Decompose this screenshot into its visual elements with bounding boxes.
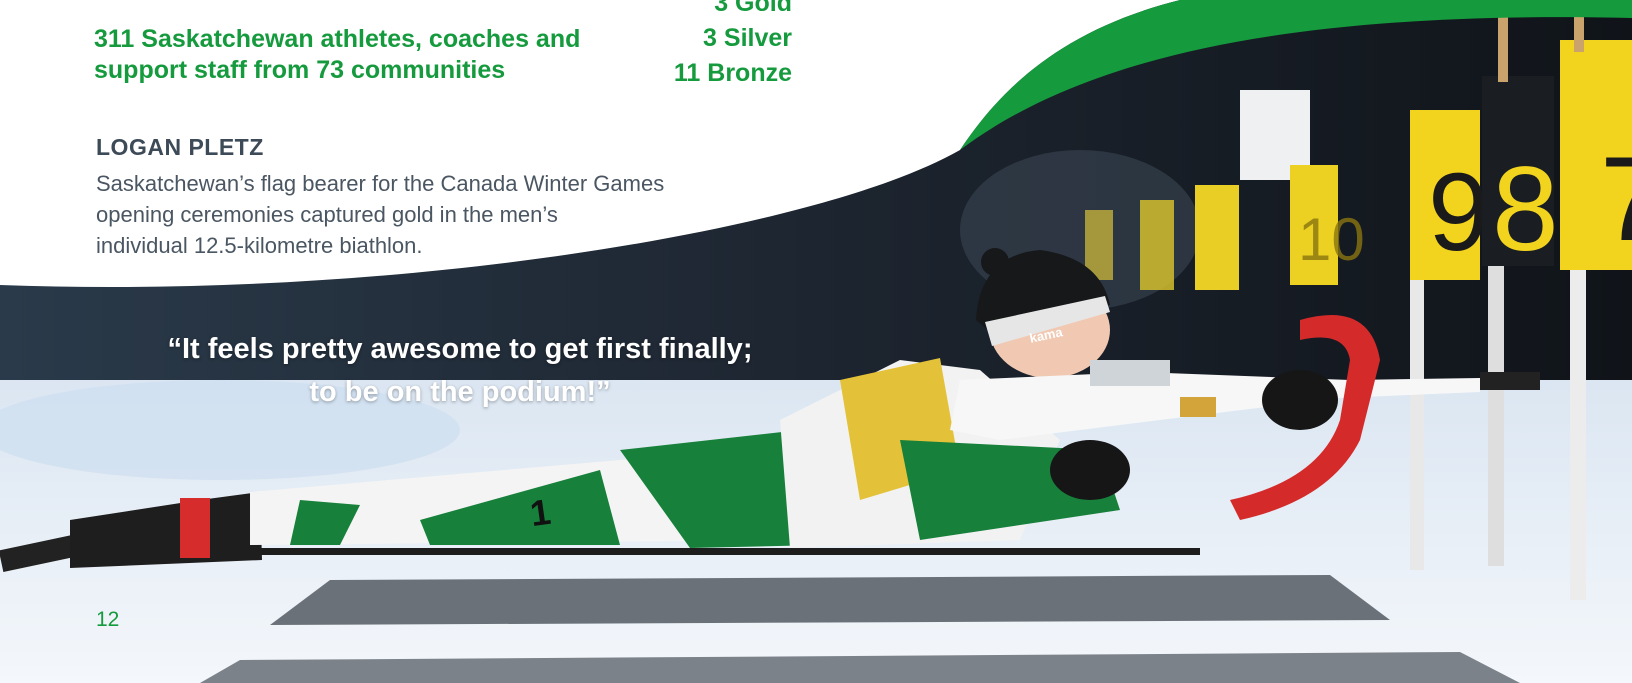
target-board-icon — [1140, 200, 1174, 290]
quote-line: “It feels pretty awesome to get first fi… — [167, 333, 753, 365]
target-board-icon — [1195, 185, 1239, 290]
participants-stat-line-2: support staff from 73 communities — [94, 56, 506, 84]
medal-bronze: 11 Bronze — [673, 59, 792, 87]
target-number: 7 — [1600, 132, 1632, 266]
participants-stat-line-1: 311 Saskatchewan athletes, coaches and — [94, 25, 581, 53]
athlete-name: LOGAN PLETZ — [96, 134, 264, 160]
medal-gold: 3 Gold — [714, 0, 792, 17]
target-number: 8 — [1492, 142, 1559, 276]
medal-tally: 3 Gold 3 Silver 11 Bronze — [674, 0, 792, 91]
page-number: 12 — [96, 608, 120, 631]
athlete-quote: “It feels pretty awesome to get first fi… — [120, 328, 800, 414]
athlete-bio-line: individual 12.5-kilometre biathlon. — [96, 233, 423, 258]
athlete-bio-line: opening ceremonies captured gold in the … — [96, 202, 558, 227]
athlete-bio-line: Saskatchewan’s flag bearer for the Canad… — [96, 171, 665, 196]
brochure-page: 10 9 8 7 1 — [0, 0, 1632, 683]
target-number: 9 — [1428, 151, 1489, 274]
medal-silver: 3 Silver — [703, 24, 792, 52]
quote-line: to be on the podium!” — [309, 376, 611, 408]
target-number: 10 — [1298, 206, 1365, 273]
athlete-bio: Saskatchewan’s flag bearer for the Canad… — [96, 168, 686, 261]
